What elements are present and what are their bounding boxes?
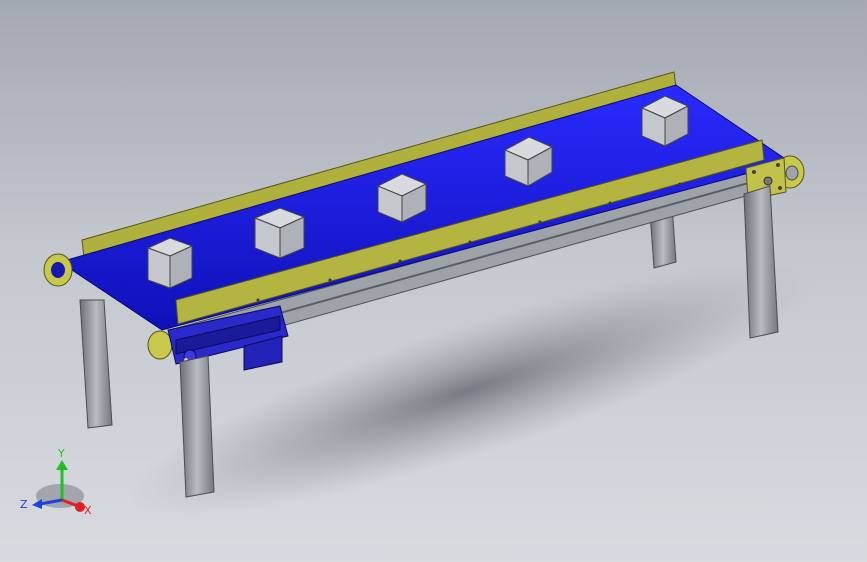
- leg-front-right: [743, 185, 779, 339]
- coordinate-triad[interactable]: Y X Z: [20, 447, 92, 517]
- box-1: [146, 237, 194, 289]
- end-roller-front: [147, 330, 173, 360]
- y-axis-label: Y: [57, 447, 65, 460]
- y-axis-head: [56, 460, 68, 470]
- x-axis-label: X: [84, 504, 92, 517]
- leg-front-left: [179, 355, 215, 498]
- z-axis-head: [32, 499, 42, 509]
- box-2: [253, 207, 306, 259]
- 3d-viewport[interactable]: Y X Z: [0, 0, 867, 562]
- z-axis-label: Z: [20, 498, 28, 511]
- end-roller-left: [43, 253, 73, 287]
- conveyor-model[interactable]: Y X Z: [0, 0, 867, 562]
- leg-back-left: [79, 299, 113, 429]
